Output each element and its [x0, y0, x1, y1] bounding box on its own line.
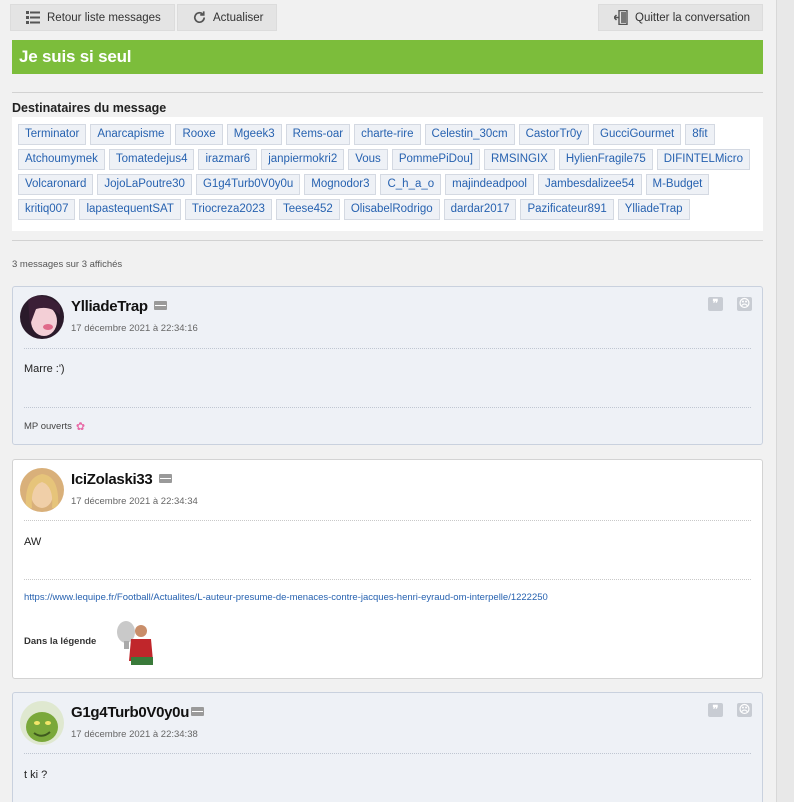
recipient-chip[interactable]: irazmar6	[198, 149, 258, 170]
flower-icon: ✿	[75, 421, 86, 433]
signature-divider	[24, 407, 751, 408]
message-count: 3 messages sur 3 affichés	[12, 259, 123, 270]
recipient-chip[interactable]: Mognodor3	[304, 174, 377, 195]
message-actions: ❞ ☹	[708, 703, 752, 717]
signature-divider	[24, 579, 751, 580]
recipients-heading: Destinataires du message	[12, 101, 167, 115]
message-card: YlliadeTrap 17 décembre 2021 à 22:34:16 …	[12, 286, 763, 445]
list-icon	[25, 10, 41, 26]
author-name[interactable]: YlliadeTrap	[71, 298, 148, 315]
back-to-list-button[interactable]: Retour liste messages	[10, 4, 175, 31]
exit-door-icon	[613, 10, 629, 26]
recipient-chip[interactable]: majindeadpool	[445, 174, 534, 195]
recipient-chip[interactable]: Rooxe	[175, 124, 223, 145]
quote-icon[interactable]: ❞	[708, 703, 723, 717]
recipient-chip[interactable]: Jambesdalizee54	[537, 174, 642, 195]
recipient-chip[interactable]: YlliadeTrap	[617, 199, 690, 220]
message-card: IciZolaski33 17 décembre 2021 à 22:34:34…	[12, 459, 763, 679]
signature: MP ouverts ✿	[24, 420, 85, 433]
message-date: 17 décembre 2021 à 22:34:16	[71, 323, 198, 334]
mail-icon[interactable]	[191, 707, 204, 716]
recipient-chip[interactable]: Celestin_30cm	[424, 124, 515, 145]
trophy-sticker-image	[109, 617, 159, 667]
article-link[interactable]: https://www.lequipe.fr/Football/Actualit…	[24, 592, 548, 603]
recipient-chip[interactable]: RMSINGIX	[483, 149, 555, 170]
scrollbar[interactable]	[776, 0, 794, 802]
recipient-chip[interactable]: Volcaronard	[18, 174, 94, 195]
recipient-chip[interactable]: Teese452	[275, 199, 340, 220]
avatar[interactable]	[20, 468, 64, 512]
main-content: Retour liste messages Actualiser Quitter…	[0, 0, 776, 802]
refresh-button[interactable]: Actualiser	[177, 4, 277, 31]
divider	[12, 240, 763, 241]
recipient-chip[interactable]: C_h_a_o	[380, 174, 442, 195]
mail-icon[interactable]	[154, 301, 167, 310]
refresh-button-label: Actualiser	[213, 11, 264, 24]
recipient-chip[interactable]: Rems-oar	[285, 124, 351, 145]
recipient-chip[interactable]: Tomatedejus4	[108, 149, 195, 170]
recipient-chip[interactable]: Vous	[348, 149, 388, 170]
mail-icon[interactable]	[159, 474, 172, 483]
legend-label: Dans la légende	[24, 636, 97, 647]
quit-button-label: Quitter la conversation	[635, 11, 751, 24]
recipient-chip[interactable]: PommePiDou]	[391, 149, 480, 170]
toolbar: Retour liste messages Actualiser Quitter…	[10, 4, 763, 31]
report-icon[interactable]: ☹	[737, 297, 752, 311]
divider	[12, 92, 763, 93]
divider	[24, 520, 751, 521]
report-icon[interactable]: ☹	[737, 703, 752, 717]
divider	[24, 348, 751, 349]
recipient-chip[interactable]: Mgeek3	[226, 124, 282, 145]
message-date: 17 décembre 2021 à 22:34:34	[71, 496, 198, 507]
message-text: t ki ?	[24, 769, 48, 781]
message-actions: ❞ ☹	[708, 297, 752, 311]
recipient-chip[interactable]: kritiq007	[18, 199, 76, 220]
recipient-chip[interactable]: Anarcapisme	[90, 124, 172, 145]
signature-text: MP ouverts	[24, 421, 72, 432]
recipient-chip[interactable]: dardar2017	[443, 199, 517, 220]
message-card: G1g4Turb0V0y0u 17 décembre 2021 à 22:34:…	[12, 692, 763, 802]
message-text: AW	[24, 536, 42, 548]
recipient-chip[interactable]: Terminator	[18, 124, 87, 145]
recipient-chip[interactable]: Atchoumymek	[18, 149, 105, 170]
conversation-title: Je suis si seul	[12, 40, 763, 74]
recipients-box: Terminator Anarcapisme Rooxe Mgeek3 Rems-oar…	[12, 117, 763, 231]
quit-conversation-button[interactable]: Quitter la conversation	[598, 4, 763, 31]
recipient-chip[interactable]: HylienFragile75	[558, 149, 653, 170]
recipient-chip[interactable]: G1g4Turb0V0y0u	[195, 174, 301, 195]
recipient-chip[interactable]: lapastequentSAT	[79, 199, 181, 220]
avatar[interactable]	[20, 295, 64, 339]
recipient-chip[interactable]: charte-rire	[354, 124, 421, 145]
recipient-chip[interactable]: Pazificateur891	[520, 199, 614, 220]
recipient-chip[interactable]: Triocreza2023	[184, 199, 272, 220]
recipient-chip[interactable]: CastorTr0y	[518, 124, 590, 145]
recipient-chip[interactable]: janpiermokri2	[261, 149, 345, 170]
recipient-chip[interactable]: 8fit	[685, 124, 715, 145]
back-button-label: Retour liste messages	[47, 11, 161, 24]
recipient-chip[interactable]: JojoLaPoutre30	[97, 174, 192, 195]
refresh-icon	[191, 10, 207, 26]
recipients-list: Terminator Anarcapisme Rooxe Mgeek3 Rems-oar…	[18, 124, 763, 224]
message-date: 17 décembre 2021 à 22:34:38	[71, 729, 198, 740]
quote-icon[interactable]: ❞	[708, 297, 723, 311]
author-name[interactable]: G1g4Turb0V0y0u	[71, 704, 189, 721]
avatar[interactable]	[20, 701, 64, 745]
recipient-chip[interactable]: DIFINTELMicro	[656, 149, 750, 170]
recipient-chip[interactable]: OlisabelRodrigo	[343, 199, 440, 220]
recipient-chip[interactable]: GucciGourmet	[593, 124, 682, 145]
author-name[interactable]: IciZolaski33	[71, 471, 153, 488]
divider	[24, 753, 751, 754]
recipient-chip[interactable]: M-Budget	[645, 174, 710, 195]
message-text: Marre :')	[24, 363, 65, 375]
